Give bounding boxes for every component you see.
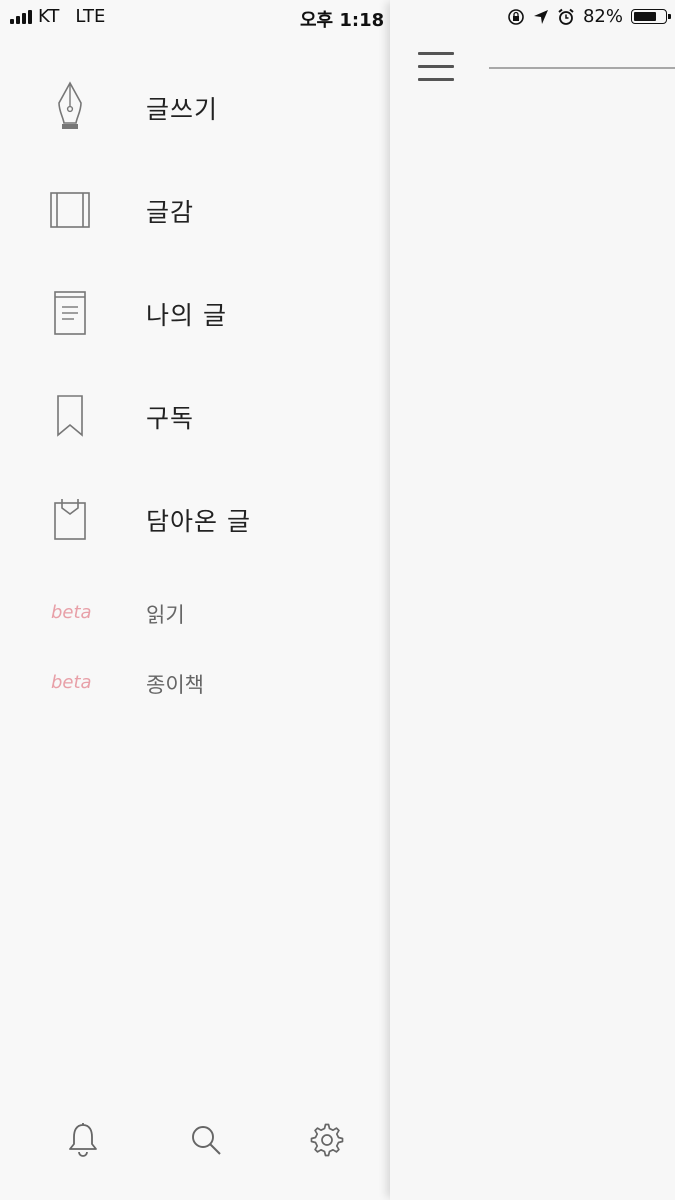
tray-icon bbox=[48, 494, 92, 544]
menu-item-saved-posts[interactable]: 담아온 글 bbox=[0, 480, 389, 560]
document-icon bbox=[48, 288, 92, 338]
alarm-icon bbox=[558, 8, 574, 25]
menu-item-label: 읽기 bbox=[146, 603, 185, 627]
status-bar: KT LTE 오후 1:18 82% bbox=[0, 0, 675, 34]
carrier-label: KT bbox=[38, 6, 60, 27]
menu-item-subscribe[interactable]: 구독 bbox=[0, 377, 389, 457]
status-right: 82% bbox=[507, 6, 671, 27]
location-arrow-icon bbox=[533, 9, 548, 24]
bell-icon[interactable] bbox=[63, 1112, 103, 1168]
menu-item-label: 글감 bbox=[146, 198, 195, 227]
status-left: KT LTE bbox=[10, 6, 105, 27]
battery-icon bbox=[631, 9, 671, 24]
menu-item-label: 글쓰기 bbox=[146, 95, 219, 124]
header-divider bbox=[489, 67, 675, 69]
menu-item-topics[interactable]: 글감 bbox=[0, 171, 389, 251]
network-label: LTE bbox=[75, 6, 106, 27]
status-time: 오후 1:18 bbox=[300, 10, 385, 31]
beta-tag: beta bbox=[51, 672, 92, 693]
fountain-pen-icon bbox=[48, 81, 92, 132]
menu-item-my-posts[interactable]: 나의 글 bbox=[0, 274, 389, 354]
main-panel[interactable] bbox=[390, 0, 675, 1200]
search-icon[interactable] bbox=[186, 1112, 226, 1168]
beta-tag: beta bbox=[51, 602, 92, 623]
battery-percent: 82% bbox=[582, 6, 623, 27]
hamburger-menu-icon[interactable] bbox=[418, 52, 456, 84]
signal-icon bbox=[10, 9, 32, 24]
drawer-bottom-bar bbox=[0, 1112, 389, 1172]
side-drawer: 글쓰기 글감 나의 글 구독 담아온 글 beta 읽기 beta 종이책 bbox=[0, 0, 389, 1200]
orientation-lock-icon bbox=[508, 8, 524, 25]
menu-item-paper-book[interactable]: beta 종이책 bbox=[0, 666, 389, 706]
menu-item-label: 종이책 bbox=[146, 673, 204, 697]
menu-item-label: 담아온 글 bbox=[146, 507, 251, 536]
bookmark-icon bbox=[48, 391, 92, 441]
menu-item-write[interactable]: 글쓰기 bbox=[0, 68, 389, 148]
menu-item-label: 구독 bbox=[146, 404, 195, 433]
menu-item-reading[interactable]: beta 읽기 bbox=[0, 596, 389, 636]
film-frame-icon bbox=[48, 185, 92, 235]
menu-item-label: 나의 글 bbox=[146, 301, 227, 330]
gear-icon[interactable] bbox=[307, 1112, 347, 1168]
